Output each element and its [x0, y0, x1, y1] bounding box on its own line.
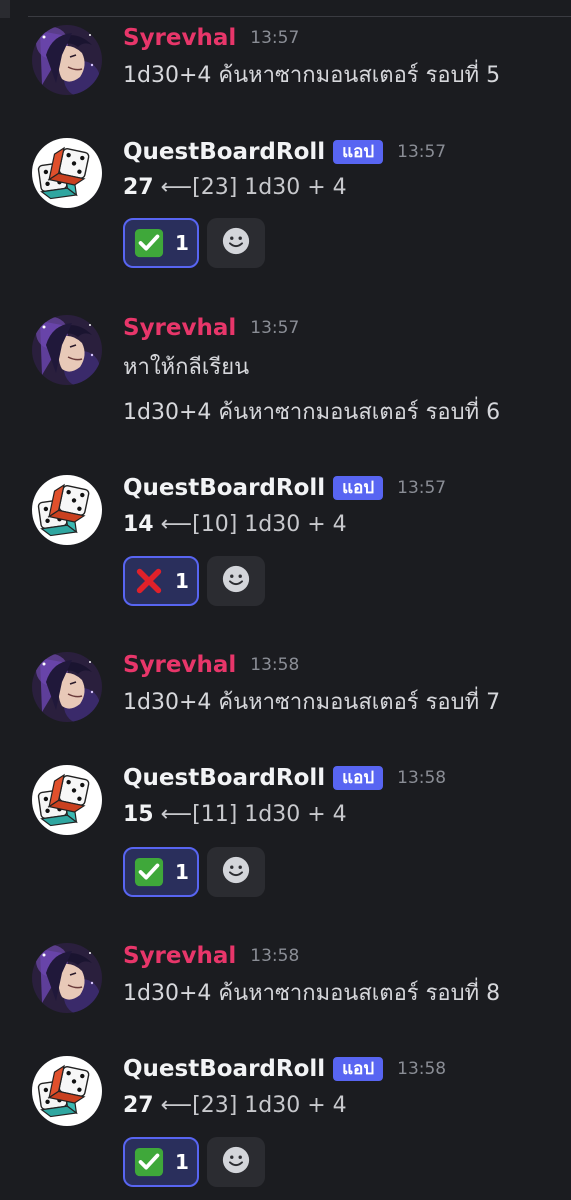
- app-badge: แอป: [333, 140, 384, 164]
- message-header: QuestBoardRoll แอป 13:57: [123, 473, 446, 503]
- message-header: Syrevhal 13:58: [123, 941, 299, 971]
- roll-total: 15: [123, 802, 154, 827]
- roll-total: 27: [123, 1093, 154, 1118]
- reaction-count: 1: [175, 1150, 189, 1174]
- check-mark-icon: [133, 856, 165, 888]
- smiley-icon: [221, 226, 251, 260]
- app-badge: แอป: [333, 1057, 384, 1081]
- user-avatar-icon[interactable]: [32, 315, 102, 385]
- timestamp: 13:58: [397, 1059, 447, 1079]
- message-header: Syrevhal 13:58: [123, 650, 299, 680]
- add-reaction-button[interactable]: [207, 847, 265, 897]
- reaction-count: 1: [175, 231, 189, 255]
- app-badge: แอป: [333, 766, 384, 790]
- roll-detail: ⟵[23] 1d30 + 4: [153, 1093, 347, 1118]
- author-name[interactable]: QuestBoardRoll: [123, 1056, 325, 1082]
- reaction-pill[interactable]: 1: [123, 218, 199, 268]
- roll-result: 15 ⟵[11] 1d30 + 4: [123, 799, 347, 831]
- check-mark-icon: [133, 1146, 165, 1178]
- author-name[interactable]: QuestBoardRoll: [123, 765, 325, 791]
- dice-avatar-icon[interactable]: [32, 138, 102, 208]
- author-name[interactable]: Syrevhal: [123, 652, 236, 678]
- message-text: 1d30+4 ค้นหาซากมอนสเตอร์ รอบที่ 8: [123, 981, 501, 1006]
- reaction-pill[interactable]: 1: [123, 1137, 199, 1187]
- timestamp: 13:57: [397, 142, 447, 162]
- roll-detail: ⟵[23] 1d30 + 4: [153, 175, 347, 200]
- smiley-icon: [221, 1145, 251, 1179]
- message-header: Syrevhal 13:57: [123, 313, 299, 343]
- reaction-pill[interactable]: 1: [123, 556, 199, 606]
- timestamp: 13:57: [250, 28, 300, 48]
- smiley-icon: [221, 855, 251, 889]
- roll-detail: ⟵[11] 1d30 + 4: [153, 802, 347, 827]
- dice-avatar-icon[interactable]: [32, 475, 102, 545]
- roll-result: 27 ⟵[23] 1d30 + 4: [123, 1090, 347, 1122]
- roll-result: 14 ⟵[10] 1d30 + 4: [123, 509, 347, 541]
- add-reaction-button[interactable]: [207, 556, 265, 606]
- roll-result: 27 ⟵[23] 1d30 + 4: [123, 172, 347, 204]
- scroll-notch: [0, 0, 10, 18]
- author-name[interactable]: QuestBoardRoll: [123, 139, 325, 165]
- author-name[interactable]: Syrevhal: [123, 315, 236, 341]
- roll-total: 27: [123, 175, 154, 200]
- timestamp: 13:58: [397, 768, 447, 788]
- dice-avatar-icon[interactable]: [32, 765, 102, 835]
- user-avatar-icon[interactable]: [32, 943, 102, 1013]
- timestamp: 13:58: [250, 946, 300, 966]
- author-name[interactable]: Syrevhal: [123, 25, 236, 51]
- author-name[interactable]: Syrevhal: [123, 943, 236, 969]
- add-reaction-button[interactable]: [207, 1137, 265, 1187]
- message-header: QuestBoardRoll แอป 13:58: [123, 1054, 446, 1084]
- divider-line: [28, 16, 571, 17]
- message-header: QuestBoardRoll แอป 13:57: [123, 137, 446, 167]
- reaction-pill[interactable]: 1: [123, 847, 199, 897]
- top-divider: [0, 0, 571, 18]
- message-header: Syrevhal 13:57: [123, 23, 299, 53]
- dice-avatar-icon[interactable]: [32, 1056, 102, 1126]
- user-avatar-icon[interactable]: [32, 25, 102, 95]
- cross-mark-icon: [133, 565, 165, 597]
- message-text: 1d30+4 ค้นหาซากมอนสเตอร์ รอบที่ 7: [123, 690, 501, 715]
- message-text: หาให้กลีเรียน: [123, 355, 250, 380]
- add-reaction-button[interactable]: [207, 218, 265, 268]
- timestamp: 13:58: [250, 655, 300, 675]
- message-header: QuestBoardRoll แอป 13:58: [123, 763, 446, 793]
- app-badge: แอป: [333, 476, 384, 500]
- timestamp: 13:57: [397, 478, 447, 498]
- roll-detail: ⟵[10] 1d30 + 4: [153, 512, 347, 537]
- roll-total: 14: [123, 512, 154, 537]
- author-name[interactable]: QuestBoardRoll: [123, 475, 325, 501]
- message-text: 1d30+4 ค้นหาซากมอนสเตอร์ รอบที่ 5: [123, 63, 501, 88]
- user-avatar-icon[interactable]: [32, 652, 102, 722]
- smiley-icon: [221, 564, 251, 598]
- message-text: 1d30+4 ค้นหาซากมอนสเตอร์ รอบที่ 6: [123, 400, 501, 425]
- reaction-count: 1: [175, 569, 189, 593]
- reaction-count: 1: [175, 860, 189, 884]
- timestamp: 13:57: [250, 318, 300, 338]
- check-mark-icon: [133, 227, 165, 259]
